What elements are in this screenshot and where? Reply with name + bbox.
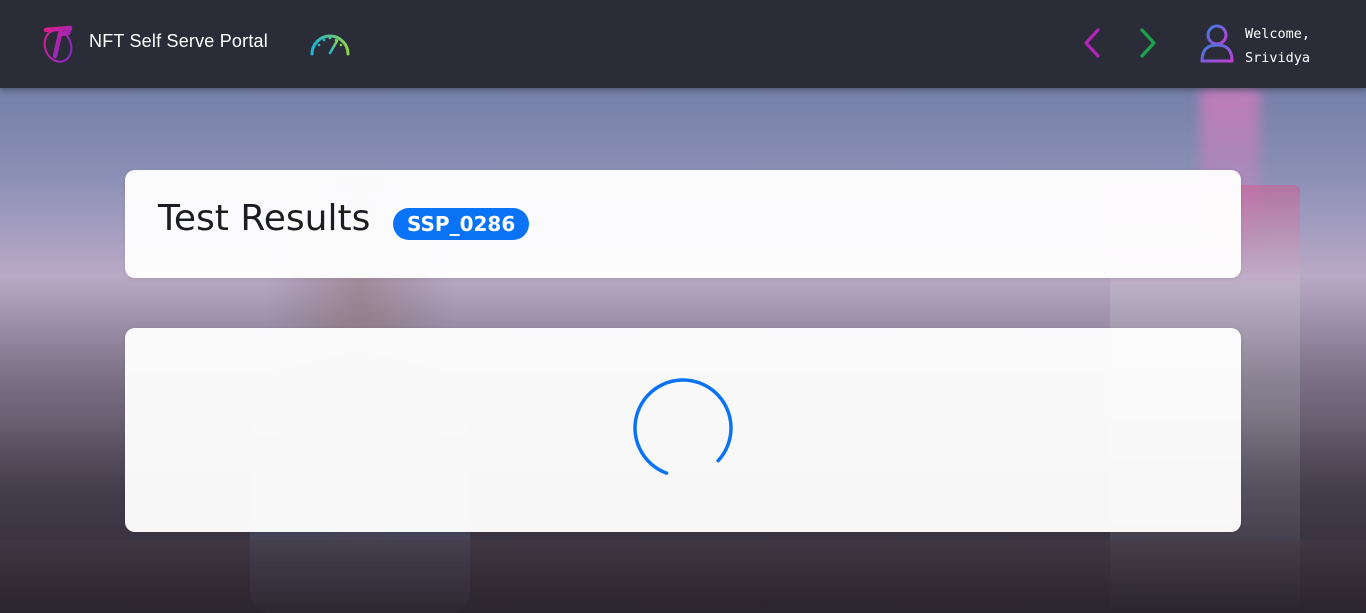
user-icon[interactable] <box>1198 22 1236 64</box>
welcome-greeting: Welcome, <box>1245 26 1311 42</box>
test-id-badge: SSP_0286 <box>393 208 530 240</box>
page-title: Test Results <box>158 198 371 239</box>
background-ground <box>0 540 1366 613</box>
telstra-logo-icon[interactable] <box>40 22 78 64</box>
test-results-card <box>125 328 1241 532</box>
welcome-text: Welcome, Srividya <box>1245 22 1310 70</box>
forward-button[interactable] <box>1134 26 1164 60</box>
speedometer-icon[interactable] <box>308 26 352 60</box>
welcome-username: Srividya <box>1245 50 1311 66</box>
top-nav-bar: NFT Self Serve Portal Welcome, Srividya <box>0 0 1366 88</box>
back-button[interactable] <box>1078 26 1108 60</box>
chevron-left-icon <box>1084 28 1100 58</box>
test-results-header-card: Test Results SSP_0286 <box>125 170 1241 278</box>
loading-spinner-icon <box>633 378 733 478</box>
page: NFT Self Serve Portal Welcome, Srividya … <box>0 0 1366 613</box>
chevron-right-icon <box>1140 28 1156 58</box>
app-title: NFT Self Serve Portal <box>89 31 268 51</box>
